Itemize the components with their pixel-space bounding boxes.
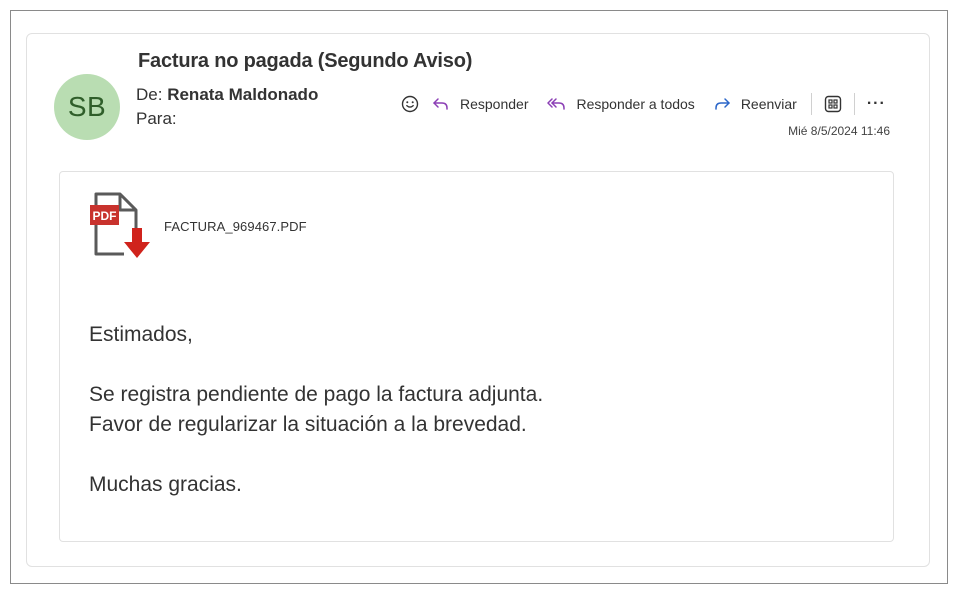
body-line-1: Se registra pendiente de pago la factura… — [89, 383, 544, 406]
more-actions-button[interactable]: ··· — [867, 95, 886, 113]
message-timestamp: Mié 8/5/2024 11:46 — [788, 124, 890, 138]
body-closing: Muchas gracias. — [89, 473, 242, 496]
toolbar-divider — [853, 93, 855, 115]
forward-label: Reenviar — [740, 96, 797, 112]
pdf-badge-text: PDF — [93, 209, 117, 223]
attachment-item[interactable]: PDF FACTURA_969467.PDF — [88, 192, 307, 260]
react-button[interactable] — [400, 94, 420, 114]
to-label: Para: — [136, 109, 177, 128]
body-greeting: Estimados, — [89, 323, 193, 346]
from-label: De: — [136, 85, 163, 104]
body-line-2: Favor de regularizar la situación a la b… — [89, 413, 527, 436]
message-body: Estimados, Se registra pendiente de pago… — [89, 320, 543, 500]
attachment-file-name[interactable]: FACTURA_969467.PDF — [164, 219, 307, 234]
sender-avatar[interactable]: SB — [54, 74, 120, 140]
from-line: De: Renata Maldonado — [136, 85, 318, 105]
pdf-download-icon: PDF — [90, 192, 150, 258]
smiley-icon — [401, 95, 419, 113]
reply-all-button[interactable]: Responder a todos — [546, 96, 695, 112]
forward-button[interactable]: Reenviar — [713, 96, 797, 112]
reply-label: Responder — [460, 96, 529, 112]
forward-icon — [715, 98, 730, 110]
apps-icon — [824, 95, 842, 113]
reply-button[interactable]: Responder — [432, 96, 529, 112]
reply-all-icon — [546, 98, 565, 110]
more-icon: ··· — [866, 95, 886, 112]
reply-all-label: Responder a todos — [576, 96, 695, 112]
reply-icon — [433, 98, 448, 110]
to-line: Para: — [136, 109, 177, 129]
message-toolbar: Responder Responder a todos Reenviar ··· — [400, 92, 886, 116]
sender-name[interactable]: Renata Maldonado — [167, 85, 318, 104]
email-subject: Factura no pagada (Segundo Aviso) — [138, 50, 473, 72]
apps-button[interactable] — [824, 95, 842, 113]
toolbar-divider — [810, 93, 812, 115]
